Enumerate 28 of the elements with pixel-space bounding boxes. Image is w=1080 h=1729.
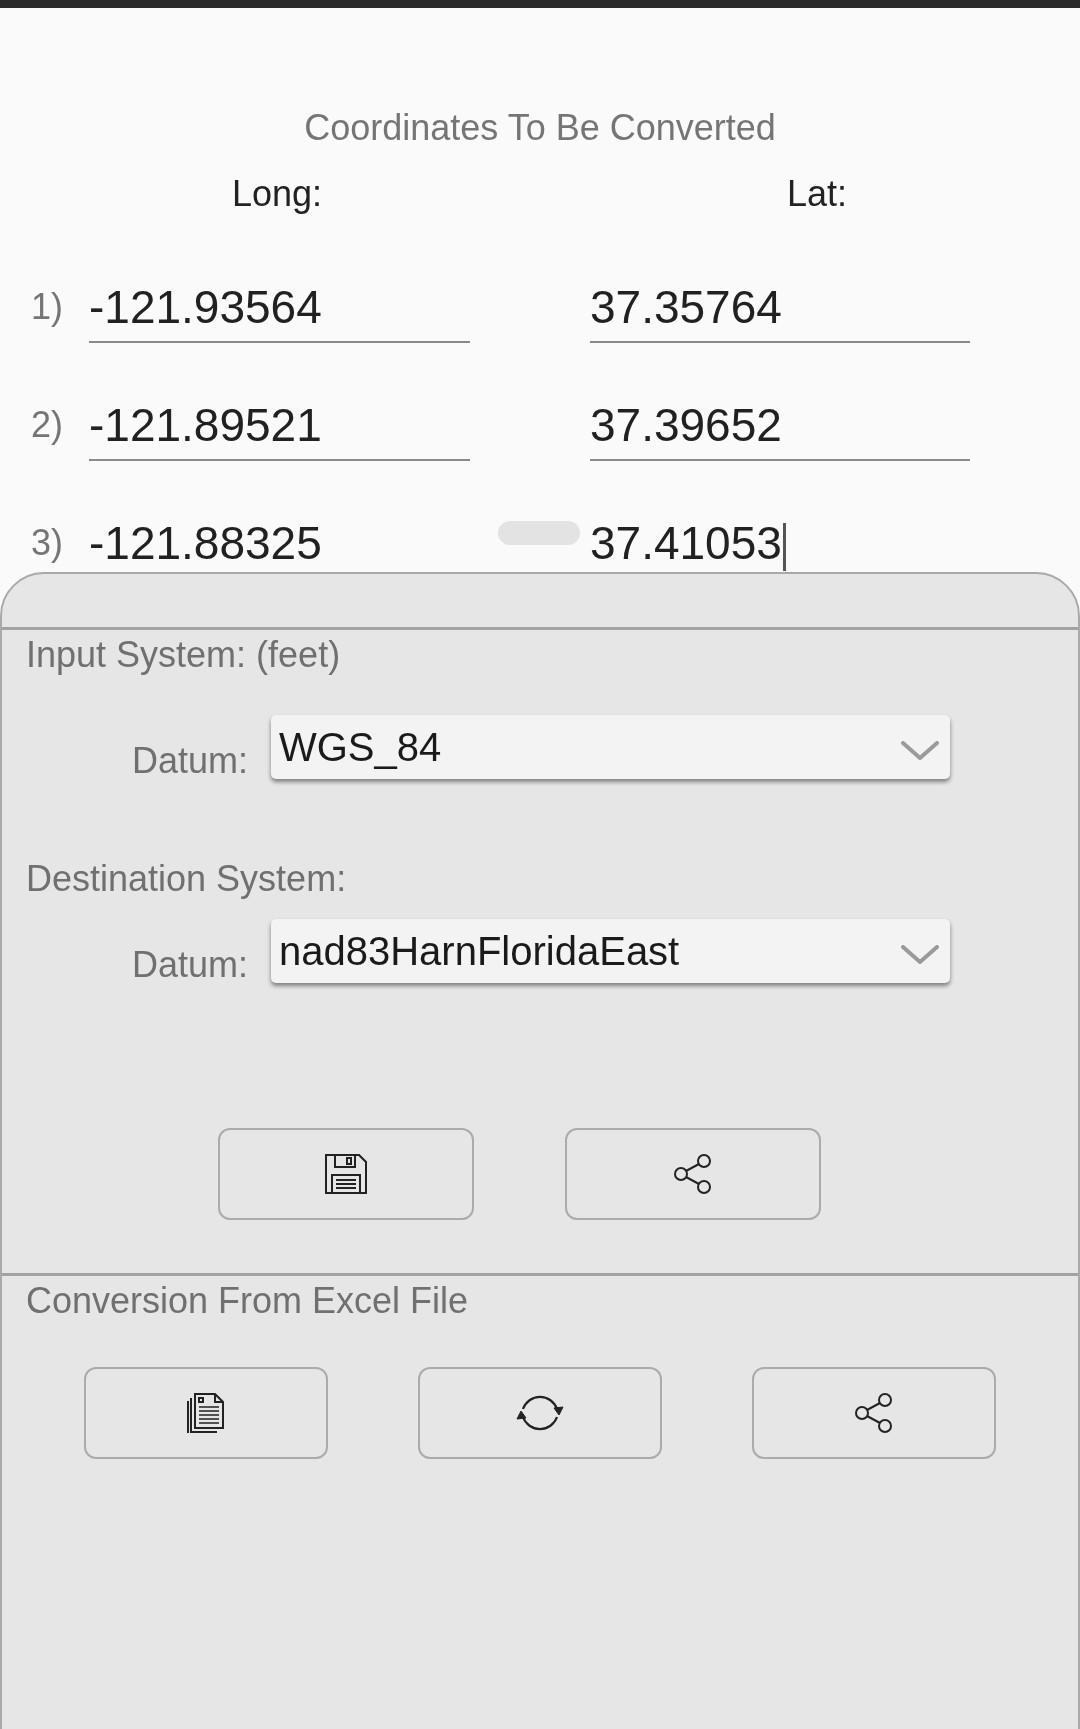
share-icon [673, 1153, 713, 1195]
share-button[interactable] [565, 1128, 821, 1220]
chevron-down-icon [901, 945, 939, 965]
share-icon [854, 1392, 894, 1434]
share-button[interactable] [752, 1367, 996, 1459]
datum-label: Datum: [131, 741, 248, 781]
longitude-field[interactable]: -121.89521 [89, 398, 470, 461]
latitude-field[interactable]: 37.39652 [590, 398, 970, 461]
sync-button[interactable] [418, 1367, 662, 1459]
chevron-down-icon [901, 741, 939, 761]
section-heading: Destination System: [26, 859, 347, 899]
datum-label: Datum: [131, 945, 248, 985]
latitude-field[interactable]: 37.35764 [590, 280, 970, 343]
section-title: Coordinates To Be Converted [304, 108, 776, 148]
datum-dropdown[interactable]: WGS_84 [271, 715, 950, 779]
document-button[interactable] [84, 1367, 328, 1459]
column-header: Long: [231, 174, 323, 214]
document-icon [187, 1392, 225, 1434]
section-heading: Conversion From Excel File [26, 1281, 469, 1321]
longitude-field[interactable]: -121.93564 [89, 280, 470, 343]
row-number: 2) [31, 403, 63, 447]
save-button[interactable] [218, 1128, 474, 1220]
column-header: Lat: [786, 174, 847, 214]
row-number: 1) [31, 285, 63, 329]
section-heading: Input System: (feet) [26, 635, 341, 675]
row-number: 3) [31, 521, 63, 565]
text-cursor [782, 522, 786, 571]
datum-dropdown[interactable]: nad83HarnFloridaEast [271, 919, 950, 983]
